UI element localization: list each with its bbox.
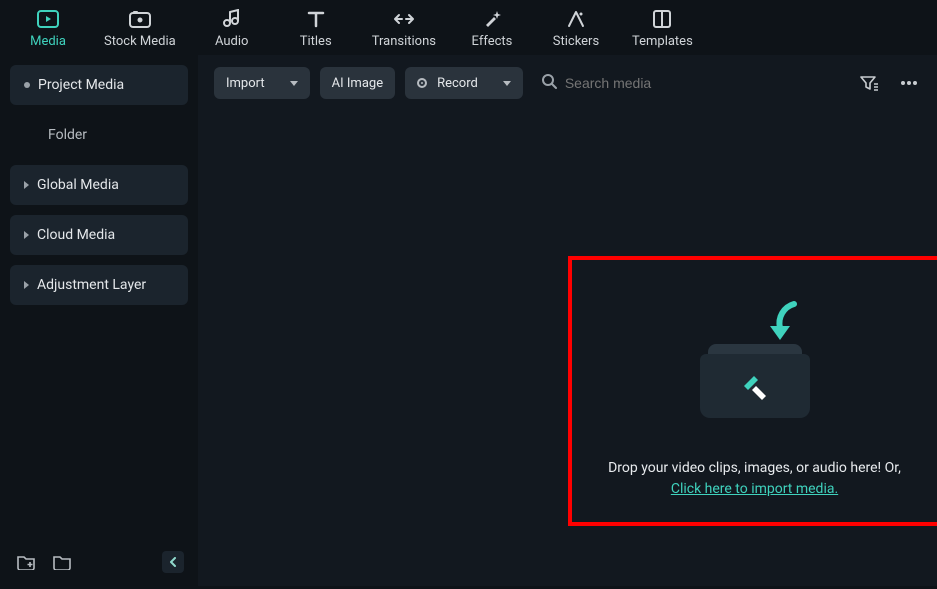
sidebar-item-label: Folder <box>48 127 87 143</box>
media-drop-area[interactable]: Drop your video clips, images, or audio … <box>198 111 937 586</box>
search-input[interactable] <box>565 75 765 91</box>
tab-titles[interactable]: Titles <box>288 8 344 49</box>
templates-icon <box>651 8 673 30</box>
content-toolbar: Import AI Image Record <box>198 55 937 111</box>
sidebar-item-global-media[interactable]: Global Media <box>10 165 188 205</box>
more-options-button[interactable] <box>897 71 921 95</box>
record-icon <box>417 78 427 88</box>
record-button[interactable]: Record <box>405 67 523 99</box>
tab-label: Titles <box>300 34 332 49</box>
button-label: Record <box>437 76 478 91</box>
chevron-right-icon <box>24 281 29 289</box>
effects-icon <box>481 8 503 30</box>
tab-label: Transitions <box>372 34 436 49</box>
chevron-down-icon <box>290 81 298 86</box>
button-label: Import <box>226 76 265 91</box>
tab-media[interactable]: Media <box>20 8 76 49</box>
bullet-icon <box>24 82 30 88</box>
tab-effects[interactable]: Effects <box>464 8 520 49</box>
top-tab-bar: Media Stock Media Audio Titles Transitio… <box>0 0 937 55</box>
content-panel: Import AI Image Record <box>198 55 937 586</box>
sidebar-item-label: Adjustment Layer <box>37 277 146 293</box>
tab-audio[interactable]: Audio <box>204 8 260 49</box>
folder-button[interactable] <box>50 550 74 574</box>
sidebar-item-label: Cloud Media <box>37 227 115 243</box>
tab-label: Audio <box>215 34 248 49</box>
sidebar-footer <box>10 540 188 586</box>
new-folder-button[interactable] <box>14 550 38 574</box>
filter-button[interactable] <box>857 71 881 95</box>
collapse-sidebar-button[interactable] <box>162 551 184 573</box>
media-icon <box>37 8 59 30</box>
stock-media-icon <box>129 8 151 30</box>
import-button[interactable]: Import <box>214 67 310 99</box>
chevron-right-icon <box>24 181 29 189</box>
ai-image-button[interactable]: AI Image <box>320 67 395 99</box>
stickers-icon <box>565 8 587 30</box>
tab-stickers[interactable]: Stickers <box>548 8 604 49</box>
tab-label: Stock Media <box>104 34 176 49</box>
transitions-icon <box>393 8 415 30</box>
tab-label: Effects <box>472 34 513 49</box>
search-container <box>533 73 847 93</box>
sidebar-item-folder: Folder <box>10 115 188 155</box>
audio-icon <box>221 8 243 30</box>
tab-label: Stickers <box>553 34 599 49</box>
tab-transitions[interactable]: Transitions <box>372 8 436 49</box>
tab-stock-media[interactable]: Stock Media <box>104 8 176 49</box>
tab-label: Media <box>30 34 66 49</box>
sidebar-item-project-media[interactable]: Project Media <box>10 65 188 105</box>
annotation-highlight-box <box>568 256 937 526</box>
button-label: AI Image <box>332 76 383 91</box>
titles-icon <box>305 8 327 30</box>
search-icon <box>541 73 557 93</box>
tab-label: Templates <box>632 34 693 49</box>
sidebar-item-label: Project Media <box>38 77 124 93</box>
sidebar: Project Media Folder Global Media Cloud … <box>0 55 198 586</box>
chevron-right-icon <box>24 231 29 239</box>
sidebar-item-cloud-media[interactable]: Cloud Media <box>10 215 188 255</box>
sidebar-item-adjustment-layer[interactable]: Adjustment Layer <box>10 265 188 305</box>
tab-templates[interactable]: Templates <box>632 8 693 49</box>
sidebar-item-label: Global Media <box>37 177 119 193</box>
chevron-down-icon <box>503 81 511 86</box>
